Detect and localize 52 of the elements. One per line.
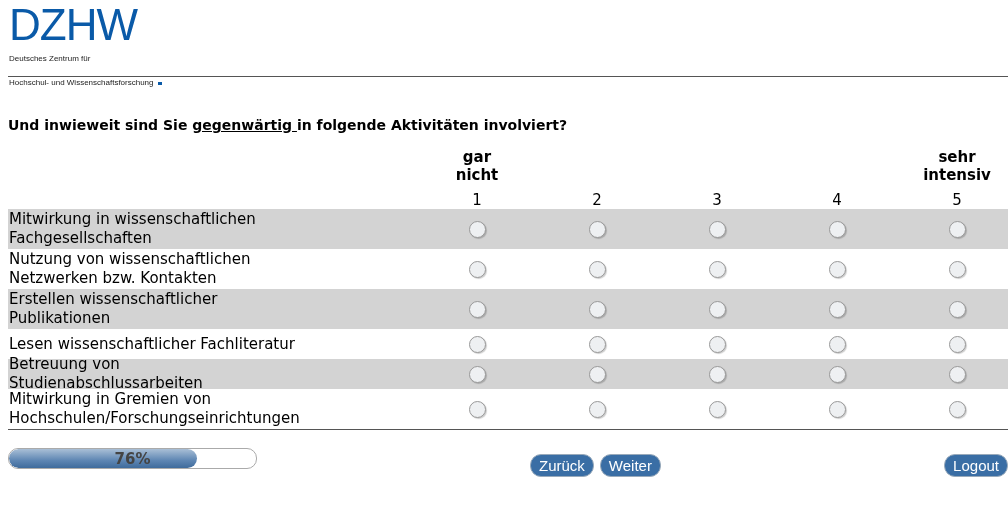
item-label: Mitwirkung in wissenschaftlichen Fachgesellschaften — [9, 210, 257, 248]
radio-button[interactable] — [948, 300, 966, 318]
logo-wordmark: DZHW — [9, 6, 137, 44]
radio-button[interactable] — [708, 335, 726, 353]
scale-number: 5 — [952, 191, 962, 209]
radio-button[interactable] — [828, 400, 846, 418]
radio-button[interactable] — [588, 335, 606, 353]
scale-number: 1 — [472, 191, 482, 209]
logout-button[interactable]: Logout — [944, 454, 1008, 477]
logo-subtitle: Hochschul- und Wissenschaftsforschung — [9, 78, 154, 88]
item-label: Lesen wissenschaftlicher Fachliteratur — [9, 334, 295, 354]
radio-button[interactable] — [708, 220, 726, 238]
radio-button[interactable] — [948, 365, 966, 383]
next-button[interactable]: Weiter — [599, 454, 661, 477]
radio-button[interactable] — [708, 365, 726, 383]
item-label: Nutzung von wissenschaftlichen Netzwerken bzw. Kontakten — [9, 250, 252, 288]
radio-button[interactable] — [948, 260, 966, 278]
radio-button[interactable] — [468, 400, 486, 418]
item-label: Betreuung von Studienabschlussarbeiten — [9, 355, 204, 392]
back-button[interactable]: Zurück — [530, 454, 594, 477]
radio-button[interactable] — [588, 300, 606, 318]
question-text: Und inwieweit sind Sie gegenwärtig in folgende Aktivitäten involviert? — [8, 116, 569, 135]
item-label: Mitwirkung in Gremien von Hochschulen/Forschungseinrichtungen — [9, 390, 301, 428]
logo-mark-icon — [157, 82, 162, 85]
radio-button[interactable] — [708, 260, 726, 278]
radio-button[interactable] — [828, 260, 846, 278]
radio-button[interactable] — [828, 335, 846, 353]
radio-button[interactable] — [828, 300, 846, 318]
radio-button[interactable] — [468, 260, 486, 278]
radio-button[interactable] — [708, 300, 726, 318]
scale-number: 3 — [712, 191, 722, 209]
scale-anchor-label: sehr intensiv — [922, 148, 992, 184]
radio-button[interactable] — [708, 400, 726, 418]
radio-button[interactable] — [468, 335, 486, 353]
scale-anchor-label: gar nicht — [454, 148, 500, 184]
item-label: Erstellen wissenschaftlicher Publikationen — [9, 290, 219, 328]
radio-button[interactable] — [588, 365, 606, 383]
scale-number: 4 — [832, 191, 842, 209]
radio-button[interactable] — [588, 260, 606, 278]
radio-button[interactable] — [828, 365, 846, 383]
radio-button[interactable] — [948, 335, 966, 353]
radio-button[interactable] — [468, 220, 486, 238]
logo-subtitle: Deutsches Zentrum für — [9, 54, 91, 64]
radio-button[interactable] — [828, 220, 846, 238]
scale-number: 2 — [592, 191, 602, 209]
radio-button[interactable] — [468, 300, 486, 318]
radio-button[interactable] — [948, 400, 966, 418]
radio-button[interactable] — [588, 400, 606, 418]
radio-button[interactable] — [588, 220, 606, 238]
progress-label: 76% — [113, 449, 152, 468]
radio-button[interactable] — [948, 220, 966, 238]
radio-button[interactable] — [468, 365, 486, 383]
